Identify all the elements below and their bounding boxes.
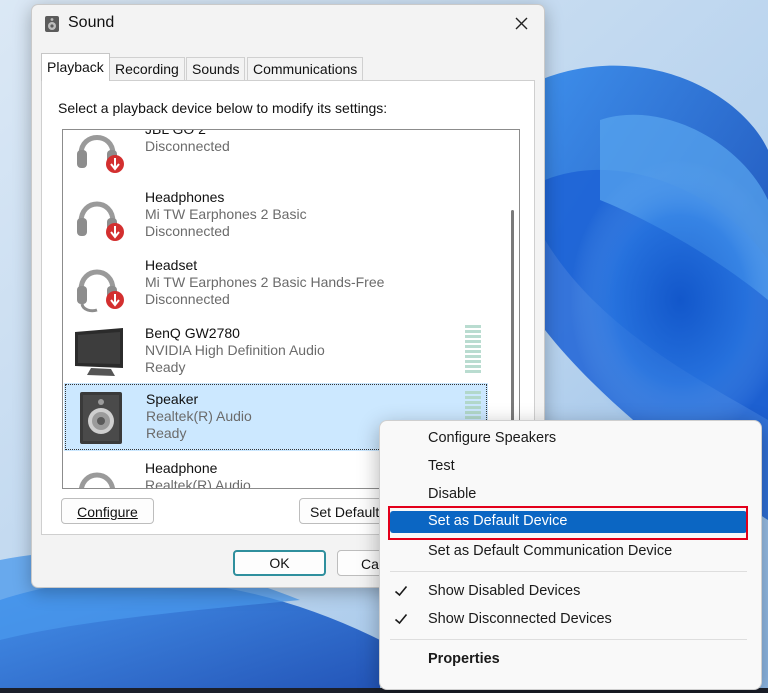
device-status: Disconnected bbox=[145, 223, 230, 239]
menu-item-label: Show Disabled Devices bbox=[428, 583, 581, 599]
device-item-benq-gw2780[interactable]: BenQ GW2780 NVIDIA High Definition Audio… bbox=[63, 317, 503, 385]
device-description: Realtek(R) Audio bbox=[146, 408, 252, 424]
headset-disconnected-icon bbox=[77, 269, 124, 313]
tab-recording[interactable]: Recording bbox=[109, 57, 185, 80]
menu-item-disable[interactable]: Disable bbox=[390, 482, 747, 508]
device-name: BenQ GW2780 bbox=[145, 325, 240, 341]
menu-item-label: Test bbox=[428, 458, 455, 474]
menu-item-label: Show Disconnected Devices bbox=[428, 611, 612, 627]
menu-item-label: Configure Speakers bbox=[428, 430, 557, 446]
menu-item-show-disconnected-devices[interactable]: Show Disconnected Devices bbox=[390, 607, 747, 633]
device-status: Ready bbox=[146, 425, 187, 441]
menu-item-configure-speakers[interactable]: Configure Speakers bbox=[390, 426, 747, 452]
device-name: JBL GO 2 bbox=[145, 129, 206, 137]
device-status: Ready bbox=[145, 359, 186, 375]
device-status: Disconnected bbox=[145, 138, 230, 154]
tab-playback[interactable]: Playback bbox=[41, 53, 110, 81]
speaker-icon bbox=[45, 16, 59, 32]
device-description: Realtek(R) Audio bbox=[145, 477, 251, 489]
device-context-menu: Configure Speakers Test Disable Set as D… bbox=[379, 420, 762, 690]
window-title: Sound bbox=[68, 14, 115, 31]
tab-sounds[interactable]: Sounds bbox=[186, 57, 246, 80]
monitor-icon bbox=[75, 328, 123, 376]
device-name: Headphones bbox=[145, 189, 225, 205]
checkmark-icon bbox=[394, 613, 408, 625]
device-description: NVIDIA High Definition Audio bbox=[145, 342, 325, 358]
headphones-disconnected-icon bbox=[77, 201, 124, 241]
device-description: Mi TW Earphones 2 Basic Hands-Free bbox=[145, 274, 385, 290]
headphones-disconnected-icon bbox=[77, 135, 124, 173]
menu-item-label: Set as Default Communication Device bbox=[428, 543, 673, 559]
menu-item-properties[interactable]: Properties bbox=[390, 647, 747, 673]
device-name: Speaker bbox=[146, 391, 199, 407]
device-name: Headset bbox=[145, 257, 198, 273]
title-bar[interactable]: Sound bbox=[32, 5, 544, 43]
set-default-label: Set Default bbox=[310, 504, 380, 520]
configure-button[interactable]: Configure bbox=[61, 498, 154, 524]
close-button[interactable] bbox=[498, 5, 544, 43]
device-description: Mi TW Earphones 2 Basic bbox=[145, 206, 307, 222]
tab-communications[interactable]: Communications bbox=[247, 57, 364, 80]
menu-item-set-as-default-device[interactable]: Set as Default Device bbox=[390, 511, 747, 533]
menu-separator bbox=[390, 639, 747, 640]
ok-button[interactable]: OK bbox=[233, 550, 326, 576]
menu-item-show-disabled-devices[interactable]: Show Disabled Devices bbox=[390, 579, 747, 605]
device-status: Disconnected bbox=[145, 291, 230, 307]
menu-separator bbox=[390, 571, 747, 572]
configure-label: Configure bbox=[77, 504, 138, 520]
menu-item-label: Set as Default Device bbox=[428, 513, 568, 529]
headphones-icon bbox=[79, 472, 115, 488]
menu-item-label: Properties bbox=[428, 651, 500, 667]
instruction-text: Select a playback device below to modify… bbox=[58, 100, 388, 116]
menu-item-test[interactable]: Test bbox=[390, 454, 747, 480]
menu-item-set-as-default-communication-device[interactable]: Set as Default Communication Device bbox=[390, 539, 747, 565]
device-item-headset[interactable]: Headset Mi TW Earphones 2 Basic Hands-Fr… bbox=[63, 249, 503, 317]
volume-meter bbox=[465, 325, 481, 373]
menu-item-label: Disable bbox=[428, 486, 477, 502]
close-icon bbox=[515, 17, 528, 30]
speaker-icon bbox=[80, 392, 122, 444]
device-item-headphones[interactable]: Headphones Mi TW Earphones 2 Basic Disco… bbox=[63, 181, 503, 249]
checkmark-icon bbox=[394, 585, 408, 597]
device-name: Headphone bbox=[145, 460, 218, 476]
device-item-jbl-go-2[interactable]: JBL GO 2 Disconnected bbox=[63, 129, 503, 181]
